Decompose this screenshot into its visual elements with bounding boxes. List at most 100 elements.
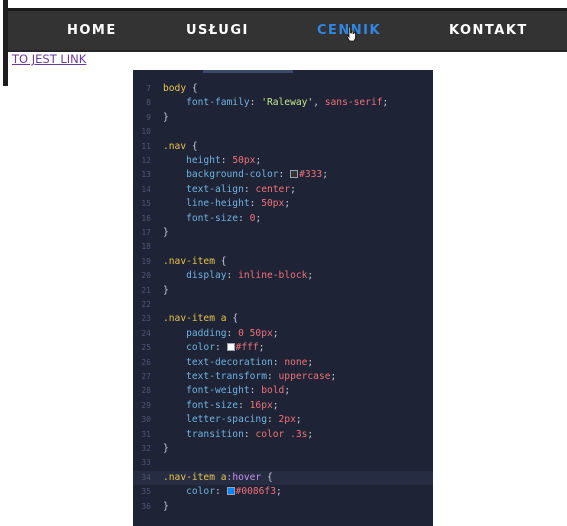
code-text: font-family: 'Raleway', sans-serif; bbox=[163, 96, 388, 110]
code-text: text-align: center; bbox=[163, 183, 296, 197]
code-text: background-color: #333; bbox=[163, 168, 328, 182]
code-token: : bbox=[214, 342, 227, 354]
line-number: 25 bbox=[141, 343, 151, 353]
code-token: ; bbox=[275, 486, 282, 498]
code-token: #333 bbox=[299, 169, 323, 181]
line-number: 14 bbox=[141, 184, 151, 194]
code-line: 30 letter-spacing: 2px; bbox=[133, 413, 433, 427]
code-token: { bbox=[214, 255, 227, 267]
line-number: 20 bbox=[141, 271, 151, 281]
code-line: 8 font-family: 'Raleway', sans-serif; bbox=[133, 96, 433, 110]
code-token: text-align bbox=[163, 183, 244, 195]
code-token: { bbox=[186, 140, 198, 152]
code-text: } bbox=[163, 500, 169, 514]
code-token: 50px bbox=[232, 155, 256, 166]
line-number: 22 bbox=[141, 300, 151, 309]
code-line: 33 bbox=[133, 456, 433, 470]
code-token: } bbox=[163, 284, 169, 296]
code-line: 13 background-color: #333; bbox=[133, 168, 433, 182]
code-text: body { bbox=[163, 82, 198, 96]
hand-cursor-icon bbox=[346, 26, 356, 42]
line-number: 8 bbox=[146, 98, 151, 108]
code-text: .nav-item { bbox=[163, 255, 227, 269]
code-token: { bbox=[226, 313, 239, 325]
code-token: color .3s bbox=[255, 428, 308, 440]
code-text: font-size: 0; bbox=[163, 212, 261, 226]
line-number: 31 bbox=[141, 429, 151, 439]
code-line: 29 font-size: 16px; bbox=[133, 399, 433, 413]
code-token: ; bbox=[258, 342, 265, 354]
code-token: .nav bbox=[163, 140, 187, 152]
code-token: { bbox=[186, 83, 198, 94]
line-number: 17 bbox=[141, 228, 151, 237]
code-token: display bbox=[163, 270, 227, 282]
nav-item-home[interactable]: HOME bbox=[67, 11, 117, 50]
code-line: 9} bbox=[133, 111, 433, 125]
page-link[interactable]: TO JEST LINK bbox=[12, 52, 86, 66]
code-text: font-size: 16px; bbox=[163, 399, 278, 413]
code-token: ; bbox=[322, 169, 328, 181]
nav-item-uslugi[interactable]: USŁUGI bbox=[186, 11, 249, 50]
code-text: line-height: 50px; bbox=[163, 197, 290, 211]
code-token: : bbox=[226, 270, 239, 282]
code-token: ; bbox=[255, 155, 262, 166]
line-number: 36 bbox=[141, 501, 151, 511]
code-token: : bbox=[243, 428, 256, 440]
code-text: text-decoration: none; bbox=[163, 356, 313, 370]
code-token: ; bbox=[382, 97, 389, 109]
code-text: } bbox=[163, 111, 169, 125]
code-token: font-weight bbox=[163, 385, 250, 397]
line-number: 32 bbox=[141, 444, 151, 453]
code-text: color: #fff; bbox=[163, 341, 264, 355]
code-token: body bbox=[163, 83, 187, 94]
code-token: background-color bbox=[163, 169, 279, 181]
code-token: } bbox=[163, 443, 169, 454]
code-line: 12 height: 50px; bbox=[133, 154, 433, 168]
line-number: 10 bbox=[141, 127, 151, 137]
code-text: padding: 0 50px; bbox=[163, 327, 279, 341]
code-token: ; bbox=[272, 327, 279, 339]
line-number: 15 bbox=[141, 199, 151, 209]
code-token: : bbox=[214, 486, 227, 498]
code-text: letter-spacing: 2px; bbox=[163, 413, 302, 427]
line-number: 34 bbox=[141, 472, 151, 482]
line-number: 35 bbox=[141, 487, 151, 497]
code-line: 16 font-size: 0; bbox=[133, 212, 433, 226]
line-number: 13 bbox=[141, 170, 151, 180]
nav-item-kontakt[interactable]: KONTAKT bbox=[449, 11, 528, 50]
line-number: 18 bbox=[141, 242, 151, 252]
code-token: .nav-item a bbox=[163, 313, 227, 325]
code-token: sans-serif bbox=[324, 97, 383, 109]
code-token: 0 50px bbox=[238, 327, 273, 339]
code-token: : bbox=[278, 169, 291, 181]
top-navigation: HOME USŁUGI CENNIK KONTAKT bbox=[8, 8, 567, 52]
code-line: 10 bbox=[133, 125, 433, 139]
code-token: :hover bbox=[226, 471, 262, 483]
code-editor: 7 body {8 font-family: 'Raleway', sans-se… bbox=[133, 70, 433, 526]
code-token: .nav-item bbox=[163, 255, 215, 267]
code-token: : bbox=[238, 399, 250, 411]
code-token: 2px bbox=[278, 414, 296, 426]
code-line: 14 text-align: center; bbox=[133, 183, 433, 197]
code-token: } bbox=[163, 500, 169, 512]
code-token: color bbox=[163, 486, 215, 498]
code-token: : bbox=[266, 371, 279, 382]
code-line: 34 .nav-item a:hover { bbox=[133, 470, 433, 485]
line-number: 19 bbox=[141, 256, 151, 266]
code-line: 20 display: inline-block; bbox=[133, 269, 433, 283]
line-number: 23 bbox=[141, 314, 151, 324]
code-token: : bbox=[272, 356, 285, 368]
color-swatch-icon bbox=[226, 487, 235, 496]
code-token: : bbox=[243, 183, 256, 195]
code-token: height bbox=[163, 155, 221, 166]
code-text: .nav-item a { bbox=[163, 312, 238, 326]
code-line: 11 .nav { bbox=[133, 140, 433, 154]
line-number: 16 bbox=[141, 213, 151, 223]
editor-scroll-thumb[interactable] bbox=[203, 70, 293, 73]
code-line: 35 color: #0086f3; bbox=[133, 485, 433, 499]
code-text: } bbox=[163, 442, 169, 456]
code-token: } bbox=[163, 111, 169, 123]
code-token: , bbox=[313, 97, 325, 109]
code-token: : bbox=[220, 155, 233, 166]
code-token: #fff bbox=[235, 342, 259, 354]
